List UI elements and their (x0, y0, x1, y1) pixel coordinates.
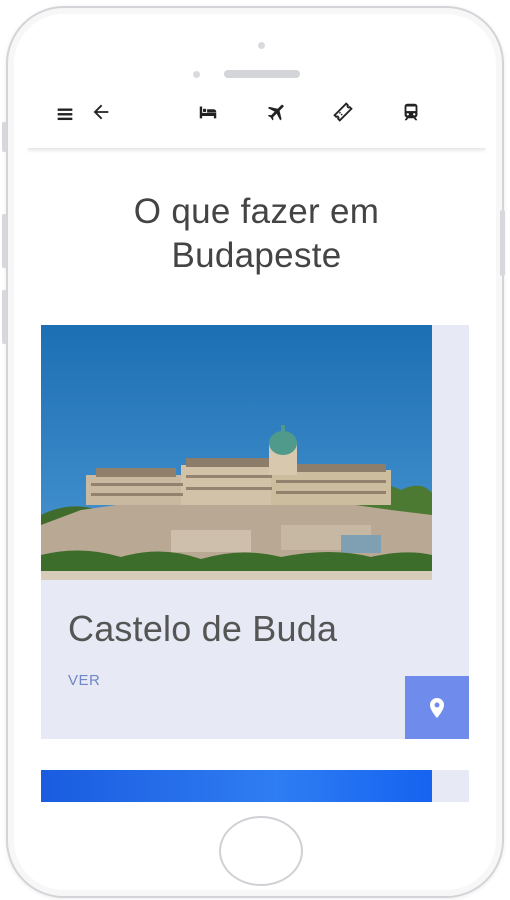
earpiece-speaker (224, 70, 300, 78)
hotel-bed-icon[interactable] (194, 98, 222, 126)
map-button[interactable] (405, 676, 469, 739)
volume-down-button (2, 290, 7, 344)
top-toolbar (27, 80, 486, 148)
view-link[interactable]: VER (68, 672, 100, 689)
power-button (500, 210, 505, 276)
back-arrow-icon[interactable] (87, 98, 115, 126)
menu-icon[interactable] (51, 100, 79, 128)
page-title: O que fazer em Budapeste (133, 192, 380, 275)
card-title: Castelo de Buda (68, 608, 338, 649)
mute-switch (2, 122, 7, 152)
budapest-castle-photo[interactable] (41, 325, 432, 580)
volume-up-button (2, 214, 7, 268)
front-camera (193, 71, 200, 78)
home-button[interactable] (219, 816, 303, 886)
attraction-card[interactable]: Castelo de Buda VER (41, 325, 469, 739)
attraction-card[interactable] (41, 770, 469, 802)
ticket-icon[interactable] (329, 98, 357, 126)
flight-icon[interactable] (263, 98, 291, 126)
blue-photo[interactable] (41, 770, 432, 802)
front-sensor (258, 42, 265, 49)
app-screen: O que fazer em Budapeste Castelo de Buda… (27, 80, 486, 802)
train-icon[interactable] (397, 98, 425, 126)
map-pin-icon (430, 697, 444, 718)
